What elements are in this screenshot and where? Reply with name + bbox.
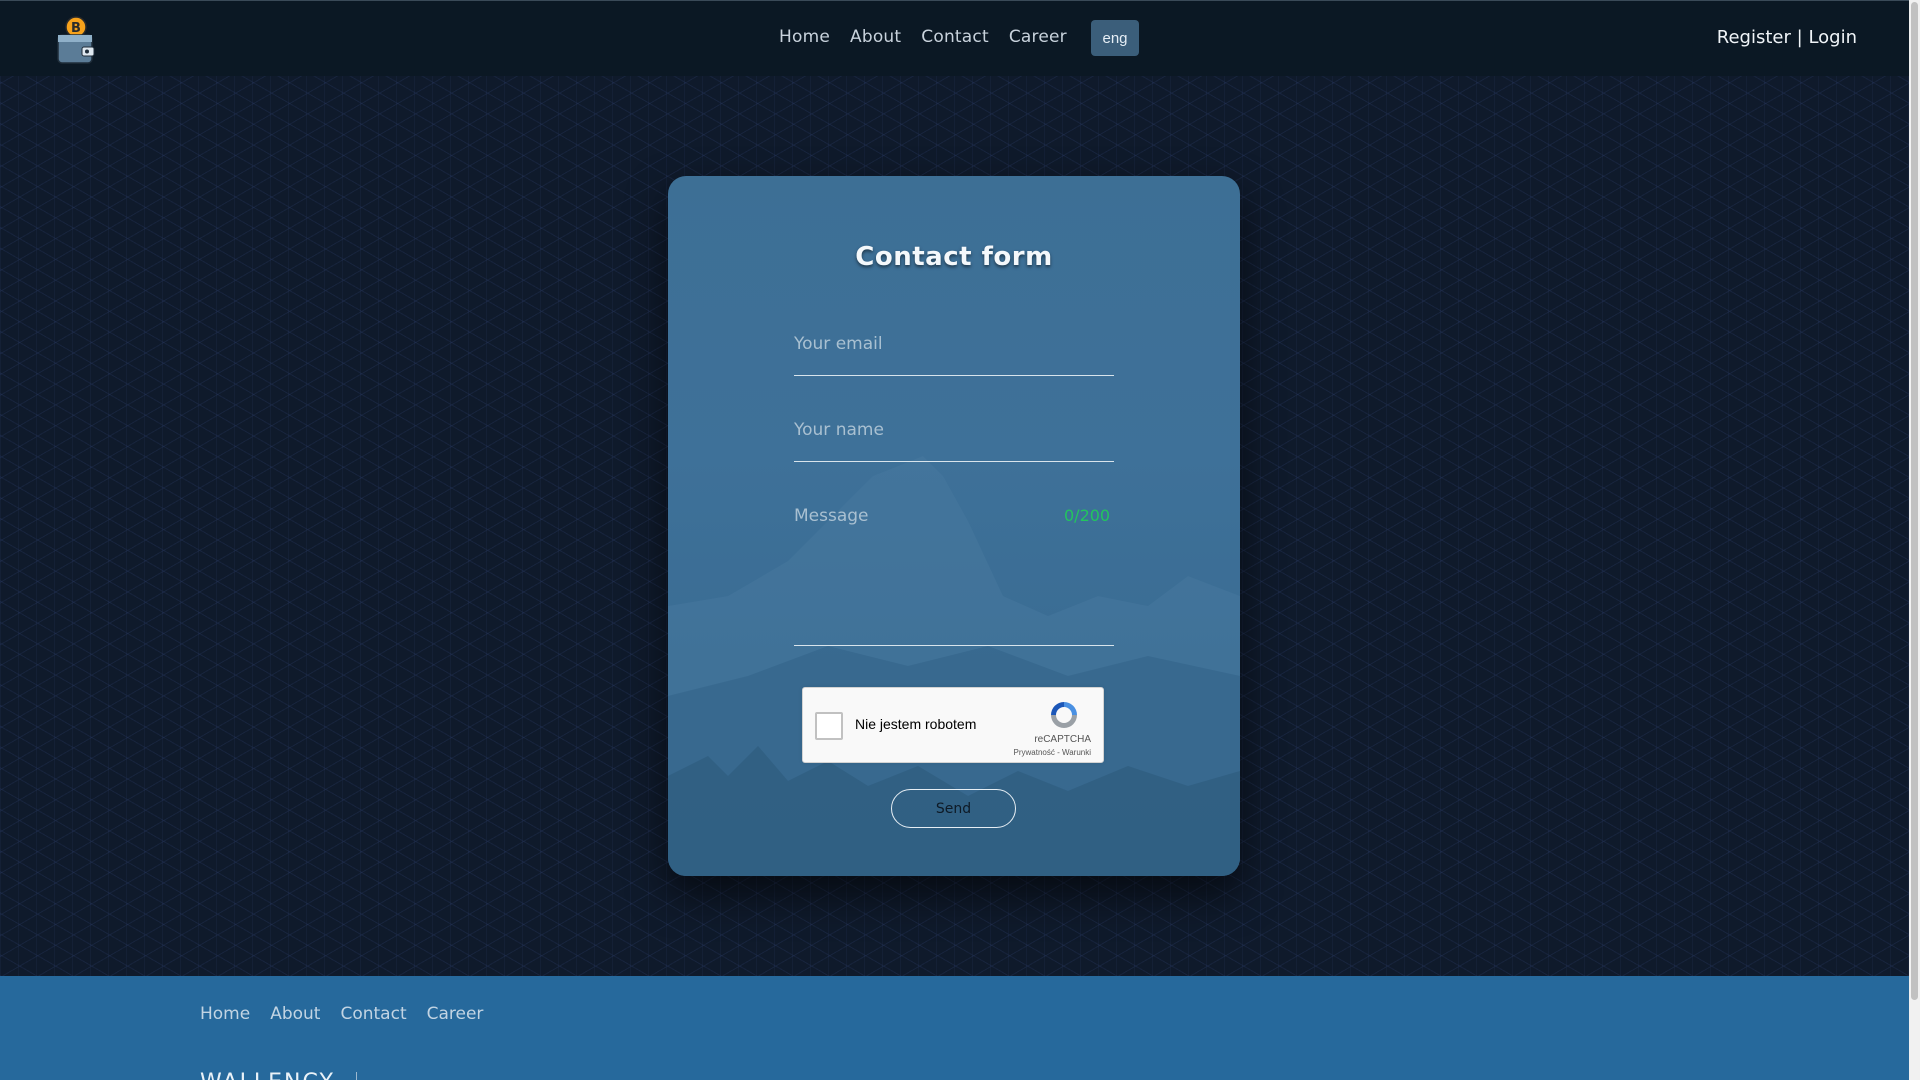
footer-about-link[interactable]: About [270, 1004, 320, 1024]
auth-separator: | [1796, 27, 1803, 48]
top-navbar: B Home About Contact Career eng Register… [0, 0, 1909, 76]
wallet-bitcoin-logo-icon[interactable]: B [56, 15, 96, 65]
auth-links: Register | Login [1717, 27, 1857, 48]
main-nav: Home About Contact Career [779, 27, 1067, 47]
recaptcha-brand: reCAPTCHA [1034, 734, 1091, 745]
recaptcha-label: Nie jestem robotem [855, 716, 977, 732]
name-field-wrapper [794, 420, 1114, 462]
footer: Home About Contact Career WALLENCY [0, 976, 1909, 1080]
email-input[interactable] [794, 334, 1114, 354]
name-input[interactable] [794, 420, 1114, 440]
recaptcha-logo-icon [1051, 702, 1077, 728]
page-scrollbar[interactable] [1909, 0, 1920, 1080]
message-field-wrapper [794, 506, 1114, 646]
footer-contact-link[interactable]: Contact [340, 1004, 406, 1024]
form-title: Contact form [855, 242, 1053, 272]
nav-career-link[interactable]: Career [1009, 27, 1067, 47]
footer-brand: WALLENCY [200, 1070, 335, 1080]
language-button[interactable]: eng [1091, 20, 1139, 56]
footer-nav: Home About Contact Career [200, 1004, 483, 1024]
email-field-wrapper [794, 334, 1114, 376]
nav-home-link[interactable]: Home [779, 27, 830, 47]
recaptcha-widget: Nie jestem robotem reCAPTCHA Prywatność … [802, 687, 1104, 763]
contact-form-card: Contact form 0/200 Nie jestem robotem re… [668, 176, 1240, 876]
nav-about-link[interactable]: About [850, 27, 901, 47]
footer-career-link[interactable]: Career [427, 1004, 484, 1024]
footer-home-link[interactable]: Home [200, 1004, 250, 1024]
nav-contact-link[interactable]: Contact [921, 27, 989, 47]
recaptcha-checkbox[interactable] [815, 712, 843, 740]
send-button[interactable]: Send [891, 789, 1016, 828]
register-link[interactable]: Register [1717, 27, 1791, 48]
recaptcha-links[interactable]: Prywatność - Warunki [1014, 748, 1092, 757]
footer-divider [356, 1072, 357, 1080]
svg-text:B: B [71, 21, 81, 36]
login-link[interactable]: Login [1808, 27, 1857, 48]
scrollbar-thumb[interactable] [1911, 2, 1918, 1000]
message-char-counter: 0/200 [1064, 506, 1111, 525]
